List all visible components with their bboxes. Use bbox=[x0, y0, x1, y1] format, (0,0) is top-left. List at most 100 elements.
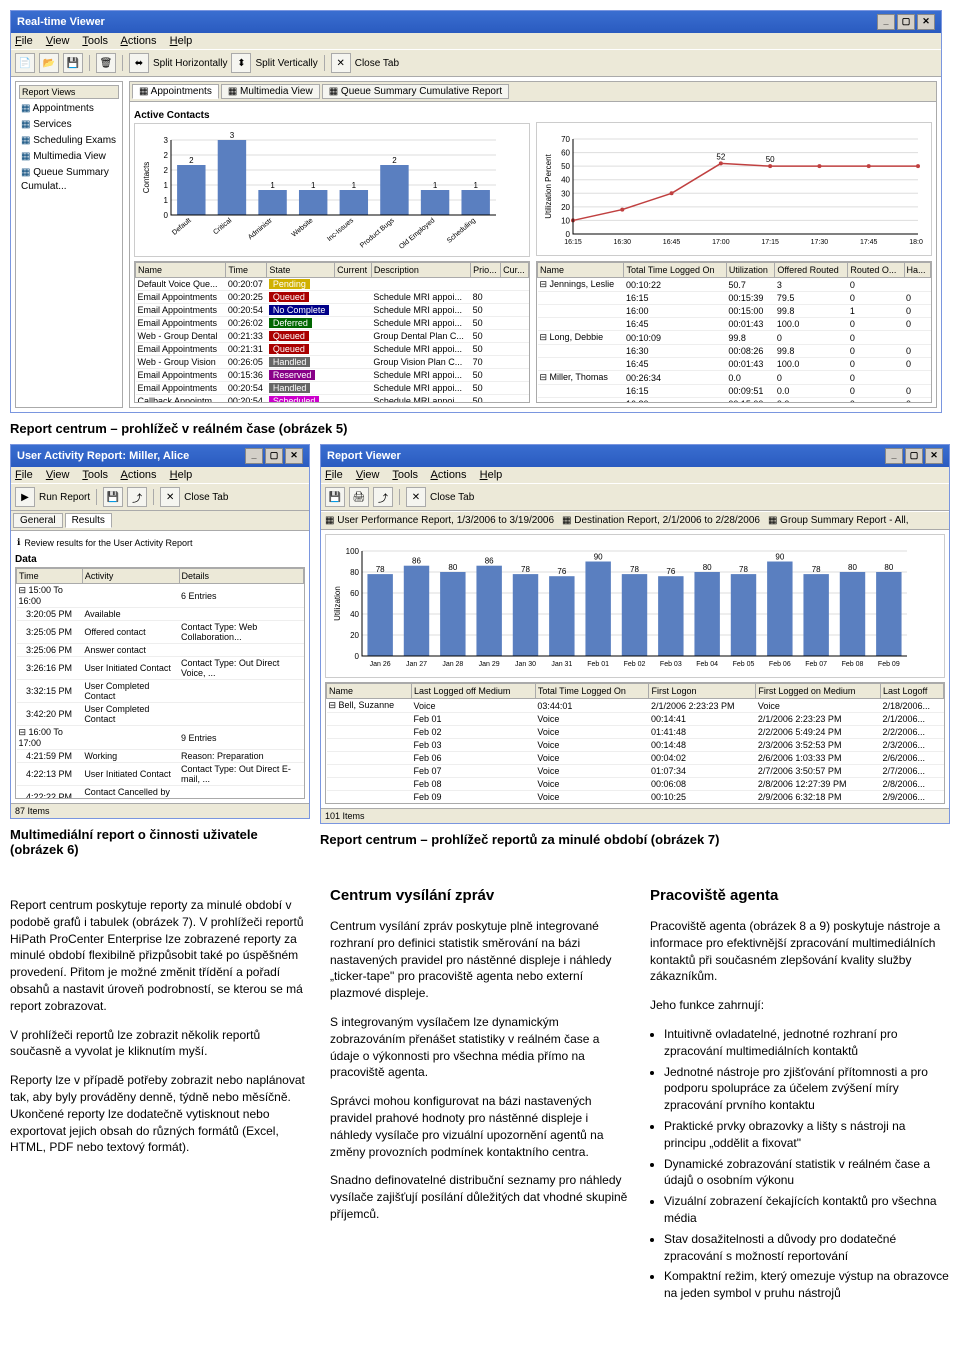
col-header[interactable]: Current bbox=[335, 263, 372, 278]
print-icon[interactable]: 🖨 bbox=[349, 487, 369, 507]
menu-view[interactable]: View bbox=[356, 469, 380, 481]
tab-results[interactable]: Results bbox=[65, 513, 112, 528]
menu-actions[interactable]: Actions bbox=[430, 469, 466, 481]
close-button[interactable]: ✕ bbox=[285, 448, 303, 464]
menu-view[interactable]: View bbox=[46, 35, 70, 47]
table-row[interactable]: ⊟ Jennings, Leslie00:10:2250.730 bbox=[538, 278, 931, 292]
table-row[interactable]: ⊟ Bell, SuzanneVoice03:44:012/1/2006 2:2… bbox=[327, 699, 944, 713]
menu-help[interactable]: Help bbox=[170, 469, 193, 481]
table-row[interactable]: Feb 01Voice00:14:412/1/2006 2:23:23 PM2/… bbox=[327, 713, 944, 726]
table-row[interactable]: Feb 03Voice00:14:482/3/2006 3:52:53 PM2/… bbox=[327, 739, 944, 752]
export-icon[interactable]: ⤴ bbox=[373, 487, 393, 507]
table-row[interactable]: Email Appointments00:20:54No CompleteSch… bbox=[136, 304, 529, 317]
close-button[interactable]: ✕ bbox=[925, 448, 943, 464]
split-v-label[interactable]: Split Vertically bbox=[255, 58, 317, 69]
table-row[interactable]: Email Appointments00:20:25QueuedSchedule… bbox=[136, 291, 529, 304]
menu-tools[interactable]: Tools bbox=[82, 469, 108, 481]
table-row[interactable]: Feb 06Voice00:04:022/6/2006 1:03:33 PM2/… bbox=[327, 752, 944, 765]
report-tab[interactable]: ▦ User Performance Report, 1/3/2006 to 3… bbox=[325, 515, 554, 526]
table-row[interactable]: Feb 08Voice00:06:082/8/2006 12:27:39 PM2… bbox=[327, 778, 944, 791]
col-header[interactable]: First Logon bbox=[649, 684, 756, 699]
table-row[interactable]: Web - Group Vision00:26:05HandledGroup V… bbox=[136, 356, 529, 369]
minimize-button[interactable]: _ bbox=[885, 448, 903, 464]
table-row[interactable]: 3:26:16 PMUser Initiated ContactContact … bbox=[17, 657, 304, 680]
table-row[interactable]: Feb 02Voice01:41:482/2/2006 5:49:24 PM2/… bbox=[327, 726, 944, 739]
split-v-icon[interactable]: ⬍ bbox=[231, 53, 251, 73]
col-header[interactable]: Details bbox=[179, 569, 303, 584]
table-row[interactable]: 16:4500:01:43100.000 bbox=[538, 358, 931, 371]
col-header[interactable]: Total Time Logged On bbox=[624, 263, 726, 278]
table-row[interactable]: 16:3000:15:000.000 bbox=[538, 398, 931, 404]
minimize-button[interactable]: _ bbox=[245, 448, 263, 464]
col-header[interactable]: Description bbox=[371, 263, 470, 278]
table-row[interactable]: 3:25:06 PMAnswer contact bbox=[17, 644, 304, 657]
table-row[interactable]: 4:21:59 PMWorkingReason: Preparation bbox=[17, 750, 304, 763]
tree-item[interactable]: ▦ Scheduling Exams bbox=[19, 133, 119, 149]
menu-view[interactable]: View bbox=[46, 469, 70, 481]
maximize-button[interactable]: ▢ bbox=[265, 448, 283, 464]
tree-item[interactable]: ▦ Appointments bbox=[19, 101, 119, 117]
close-tab-icon[interactable]: ✕ bbox=[160, 487, 180, 507]
run-label[interactable]: Run Report bbox=[39, 492, 90, 503]
tab[interactable]: ▦ Multimedia View bbox=[221, 84, 320, 99]
export-icon[interactable]: ⤴ bbox=[127, 487, 147, 507]
split-h-icon[interactable]: ⬌ bbox=[129, 53, 149, 73]
close-tab-label[interactable]: Close Tab bbox=[184, 492, 228, 503]
table-row[interactable]: 16:0000:15:0099.810 bbox=[538, 305, 931, 318]
menu-actions[interactable]: Actions bbox=[120, 469, 156, 481]
col-header[interactable]: Name bbox=[136, 263, 226, 278]
table-row[interactable]: 3:20:05 PMAvailable bbox=[17, 608, 304, 621]
table-row[interactable]: ⊟ 15:00 To 16:006 Entries bbox=[17, 584, 304, 608]
table-row[interactable]: ⊟ Miller, Thomas00:26:340.000 bbox=[538, 371, 931, 385]
col-header[interactable]: Name bbox=[538, 263, 624, 278]
close-tab-icon[interactable]: ✕ bbox=[406, 487, 426, 507]
menu-actions[interactable]: Actions bbox=[120, 35, 156, 47]
table-row[interactable]: ⊟ 16:00 To 17:009 Entries bbox=[17, 726, 304, 750]
table-row[interactable]: Default Voice Que...00:20:07Pending bbox=[136, 278, 529, 291]
col-header[interactable]: Name bbox=[327, 684, 412, 699]
col-header[interactable]: Last Logoff bbox=[881, 684, 944, 699]
col-header[interactable]: Utilization bbox=[726, 263, 774, 278]
report-table[interactable]: NameLast Logged off MediumTotal Time Log… bbox=[325, 682, 945, 804]
maximize-button[interactable]: ▢ bbox=[905, 448, 923, 464]
report-tab[interactable]: ▦ Group Summary Report - All, bbox=[768, 515, 909, 526]
tree-item[interactable]: ▦ Multimedia View bbox=[19, 149, 119, 165]
minimize-button[interactable]: _ bbox=[877, 14, 895, 30]
save-icon[interactable]: 💾 bbox=[103, 487, 123, 507]
table-row[interactable]: 16:3000:08:2699.800 bbox=[538, 345, 931, 358]
table-row[interactable]: 3:42:20 PMUser Completed Contact bbox=[17, 703, 304, 726]
menu-tools[interactable]: Tools bbox=[392, 469, 418, 481]
col-header[interactable]: Prio... bbox=[471, 263, 501, 278]
run-icon[interactable]: ▶ bbox=[15, 487, 35, 507]
col-header[interactable]: Last Logged off Medium bbox=[411, 684, 535, 699]
close-tab-label[interactable]: Close Tab bbox=[430, 492, 474, 503]
table-row[interactable]: Email Appointments00:15:36ReservedSchedu… bbox=[136, 369, 529, 382]
close-tab-label[interactable]: Close Tab bbox=[355, 58, 399, 69]
tree-item[interactable]: ▦ Queue Summary Cumulat... bbox=[19, 165, 119, 195]
col-header[interactable]: Time bbox=[17, 569, 83, 584]
table-row[interactable]: Callback Appointm...00:20:54ScheduledSch… bbox=[136, 395, 529, 404]
close-button[interactable]: ✕ bbox=[917, 14, 935, 30]
table-row[interactable]: Email Appointments00:20:54HandledSchedul… bbox=[136, 382, 529, 395]
table-row[interactable]: 16:1500:09:510.000 bbox=[538, 385, 931, 398]
report-tab[interactable]: ▦ Destination Report, 2/1/2006 to 2/28/2… bbox=[562, 515, 760, 526]
menu-file[interactable]: File bbox=[15, 35, 33, 47]
col-header[interactable]: Total Time Logged On bbox=[535, 684, 649, 699]
col-header[interactable]: Activity bbox=[82, 569, 179, 584]
right-table[interactable]: NameTotal Time Logged OnUtilizationOffer… bbox=[536, 261, 932, 403]
col-header[interactable]: Cur... bbox=[501, 263, 529, 278]
menu-tools[interactable]: Tools bbox=[82, 35, 108, 47]
table-row[interactable]: 4:22:22 PMContact Cancelled by User bbox=[17, 786, 304, 800]
split-h-label[interactable]: Split Horizontally bbox=[153, 58, 227, 69]
left-table[interactable]: NameTimeStateCurrentDescriptionPrio...Cu… bbox=[134, 261, 530, 403]
table-row[interactable]: 16:4500:01:43100.000 bbox=[538, 318, 931, 331]
close-tab-icon[interactable]: ✕ bbox=[331, 53, 351, 73]
maximize-button[interactable]: ▢ bbox=[897, 14, 915, 30]
table-row[interactable]: 3:25:05 PMOffered contactContact Type: W… bbox=[17, 621, 304, 644]
col-header[interactable]: Ha... bbox=[904, 263, 930, 278]
tab[interactable]: ▦ Appointments bbox=[132, 84, 219, 99]
toolbar-icon[interactable]: 🗑 bbox=[96, 53, 116, 73]
col-header[interactable]: State bbox=[267, 263, 335, 278]
table-row[interactable]: 4:22:13 PMUser Initiated ContactContact … bbox=[17, 763, 304, 786]
table-row[interactable]: 3:32:15 PMUser Completed Contact bbox=[17, 680, 304, 703]
